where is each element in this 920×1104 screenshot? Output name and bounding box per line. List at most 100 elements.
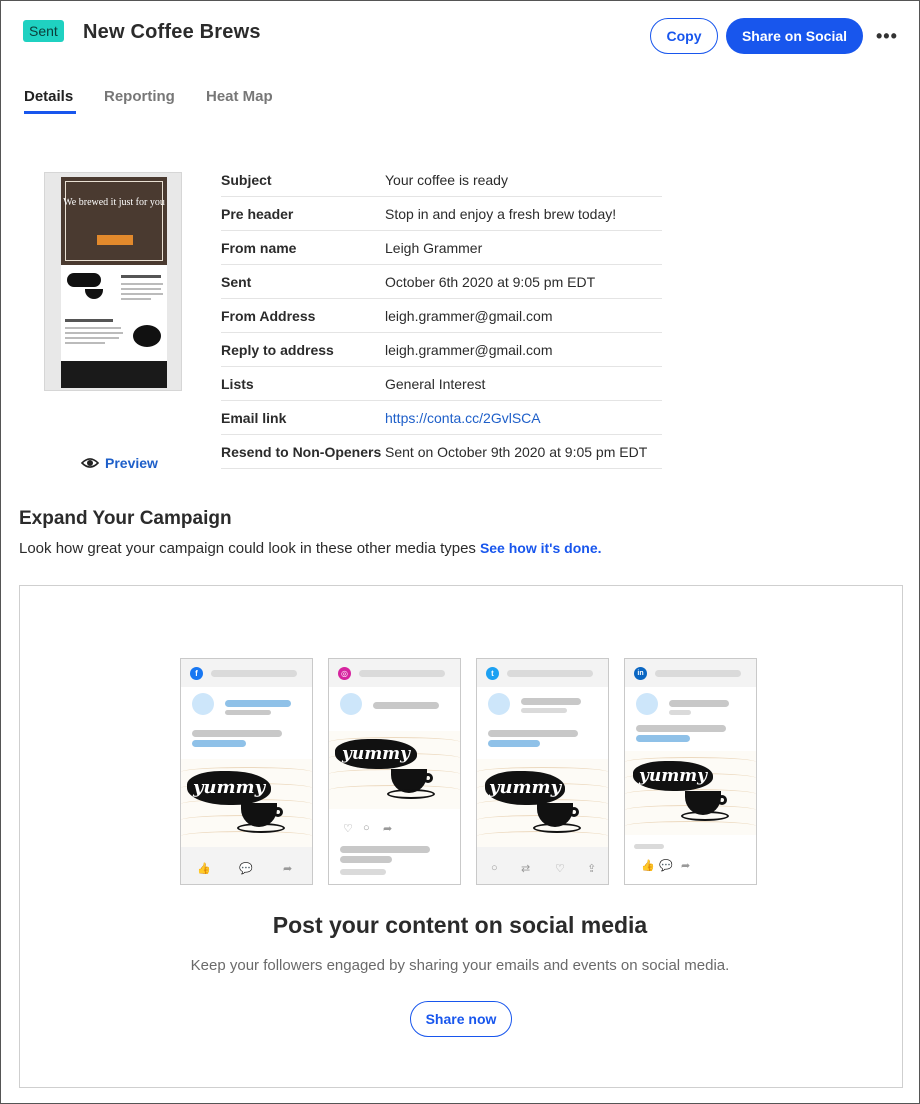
thumbnail-text-line: [65, 337, 119, 339]
instagram-preview-card: ◎ yummy ♡ ○ ➦: [328, 658, 461, 885]
upload-icon: ⇪: [587, 863, 597, 875]
retweet-icon: ⇄: [521, 863, 531, 875]
comment-icon: 💬: [659, 860, 673, 872]
details-row-reply-to: Reply to address leigh.grammer@gmail.com: [221, 333, 662, 367]
thumbnail-hero-frame: [65, 181, 163, 261]
page-title: New Coffee Brews: [83, 21, 261, 43]
see-how-link[interactable]: See how it's done.: [480, 540, 602, 556]
thumbnail-text-line: [65, 319, 113, 322]
preview-link[interactable]: Preview: [81, 455, 158, 471]
email-link[interactable]: https://conta.cc/2GvlSCA: [385, 410, 541, 426]
yummy-text-cloud: yummy: [335, 739, 417, 769]
tab-details[interactable]: Details: [24, 88, 73, 105]
yummy-coffee-artwork: yummy: [477, 759, 608, 847]
details-value: General Interest: [385, 376, 486, 392]
details-value: leigh.grammer@gmail.com: [385, 308, 553, 324]
avatar: [488, 693, 510, 715]
share-now-button[interactable]: Share now: [410, 1001, 512, 1037]
details-row-from-name: From name Leigh Grammer: [221, 231, 662, 265]
placeholder-line: [340, 846, 430, 853]
placeholder-line: [634, 844, 664, 849]
details-value: October 6th 2020 at 9:05 pm EDT: [385, 274, 596, 290]
placeholder-line: [340, 856, 392, 863]
eye-icon: [81, 458, 99, 468]
thumbnail-text-line: [121, 283, 163, 285]
section-subtitle-text: Look how great your campaign could look …: [19, 540, 476, 557]
linkedin-icon: in: [634, 667, 647, 680]
yummy-coffee-artwork: yummy: [625, 751, 756, 835]
section-subtitle: Look how great your campaign could look …: [19, 540, 602, 557]
details-key: From Address: [221, 308, 316, 324]
section-title: Expand Your Campaign: [19, 508, 232, 529]
placeholder-line: [507, 670, 593, 677]
details-value: Your coffee is ready: [385, 172, 508, 188]
reply-icon: ○: [491, 862, 498, 874]
more-options-icon[interactable]: •••: [876, 26, 898, 47]
placeholder-line: [373, 702, 439, 709]
share-on-social-button[interactable]: Share on Social: [726, 18, 863, 54]
placeholder-line: [636, 735, 690, 742]
placeholder-line: [521, 698, 581, 705]
share-icon: ➦: [383, 823, 393, 835]
placeholder-line: [488, 740, 540, 747]
linkedin-preview-card: in yummy 👍 💬 ➦: [624, 658, 757, 885]
comment-icon: ○: [363, 822, 370, 834]
heart-icon: ♡: [343, 823, 353, 835]
details-value: leigh.grammer@gmail.com: [385, 342, 553, 358]
social-promo-title: Post your content on social media: [272, 912, 648, 938]
yummy-text-cloud: yummy: [485, 771, 565, 805]
placeholder-line: [669, 710, 691, 715]
email-thumbnail[interactable]: We brewed it just for you: [44, 172, 182, 391]
tab-heat-map[interactable]: Heat Map: [206, 88, 273, 105]
coffee-cup-graphic: [387, 769, 437, 801]
details-row-lists: Lists General Interest: [221, 367, 662, 401]
placeholder-line: [521, 708, 567, 713]
avatar: [340, 693, 362, 715]
like-icon: 👍: [197, 863, 211, 875]
placeholder-line: [340, 869, 386, 875]
placeholder-line: [192, 730, 282, 737]
details-key: Lists: [221, 376, 254, 392]
preview-label: Preview: [105, 455, 158, 471]
coffee-cup-graphic: [681, 791, 731, 823]
tab-reporting[interactable]: Reporting: [104, 88, 175, 105]
heart-icon: ♡: [555, 863, 565, 875]
email-thumbnail-page: We brewed it just for you: [61, 177, 167, 388]
thumbnail-hero-button: [97, 235, 133, 245]
details-value: Leigh Grammer: [385, 240, 483, 256]
details-row-pre-header: Pre header Stop in and enjoy a fresh brew…: [221, 197, 662, 231]
like-icon: 👍: [641, 860, 655, 872]
details-row-sent: Sent October 6th 2020 at 9:05 pm EDT: [221, 265, 662, 299]
thumbnail-text-line: [65, 332, 123, 334]
details-row-from-address: From Address leigh.grammer@gmail.com: [221, 299, 662, 333]
facebook-icon: f: [190, 667, 203, 680]
placeholder-line: [669, 700, 729, 707]
yummy-text-cloud: yummy: [187, 771, 271, 805]
placeholder-line: [192, 740, 246, 747]
thumbnail-footer: [61, 361, 167, 388]
twitter-icon: t: [486, 667, 499, 680]
details-value: Stop in and enjoy a fresh brew today!: [385, 206, 617, 222]
avatar: [192, 693, 214, 715]
thumbnail-text-line: [65, 327, 121, 329]
placeholder-line: [359, 670, 445, 677]
yummy-coffee-artwork: yummy: [181, 759, 312, 847]
share-icon: ➦: [283, 863, 293, 875]
details-key: Resend to Non-Openers: [221, 444, 382, 460]
thumbnail-text-line: [65, 342, 105, 344]
comment-icon: 💬: [239, 863, 253, 875]
coffee-cup-graphic: [533, 803, 583, 835]
thumbnail-yummy-graphic: [67, 273, 101, 287]
details-value: Sent on October 9th 2020 at 9:05 pm EDT: [385, 444, 648, 460]
details-key: Subject: [221, 172, 272, 188]
thumbnail-text-line: [121, 275, 161, 278]
placeholder-line: [488, 730, 578, 737]
yummy-coffee-artwork: yummy: [329, 731, 460, 809]
copy-button[interactable]: Copy: [650, 18, 718, 54]
details-key: From name: [221, 240, 297, 256]
thumbnail-hero-text: We brewed it just for you: [63, 197, 165, 208]
thumbnail-badge-graphic: [133, 325, 161, 347]
details-key: Pre header: [221, 206, 294, 222]
status-badge: Sent: [23, 20, 64, 42]
placeholder-line: [225, 700, 291, 707]
